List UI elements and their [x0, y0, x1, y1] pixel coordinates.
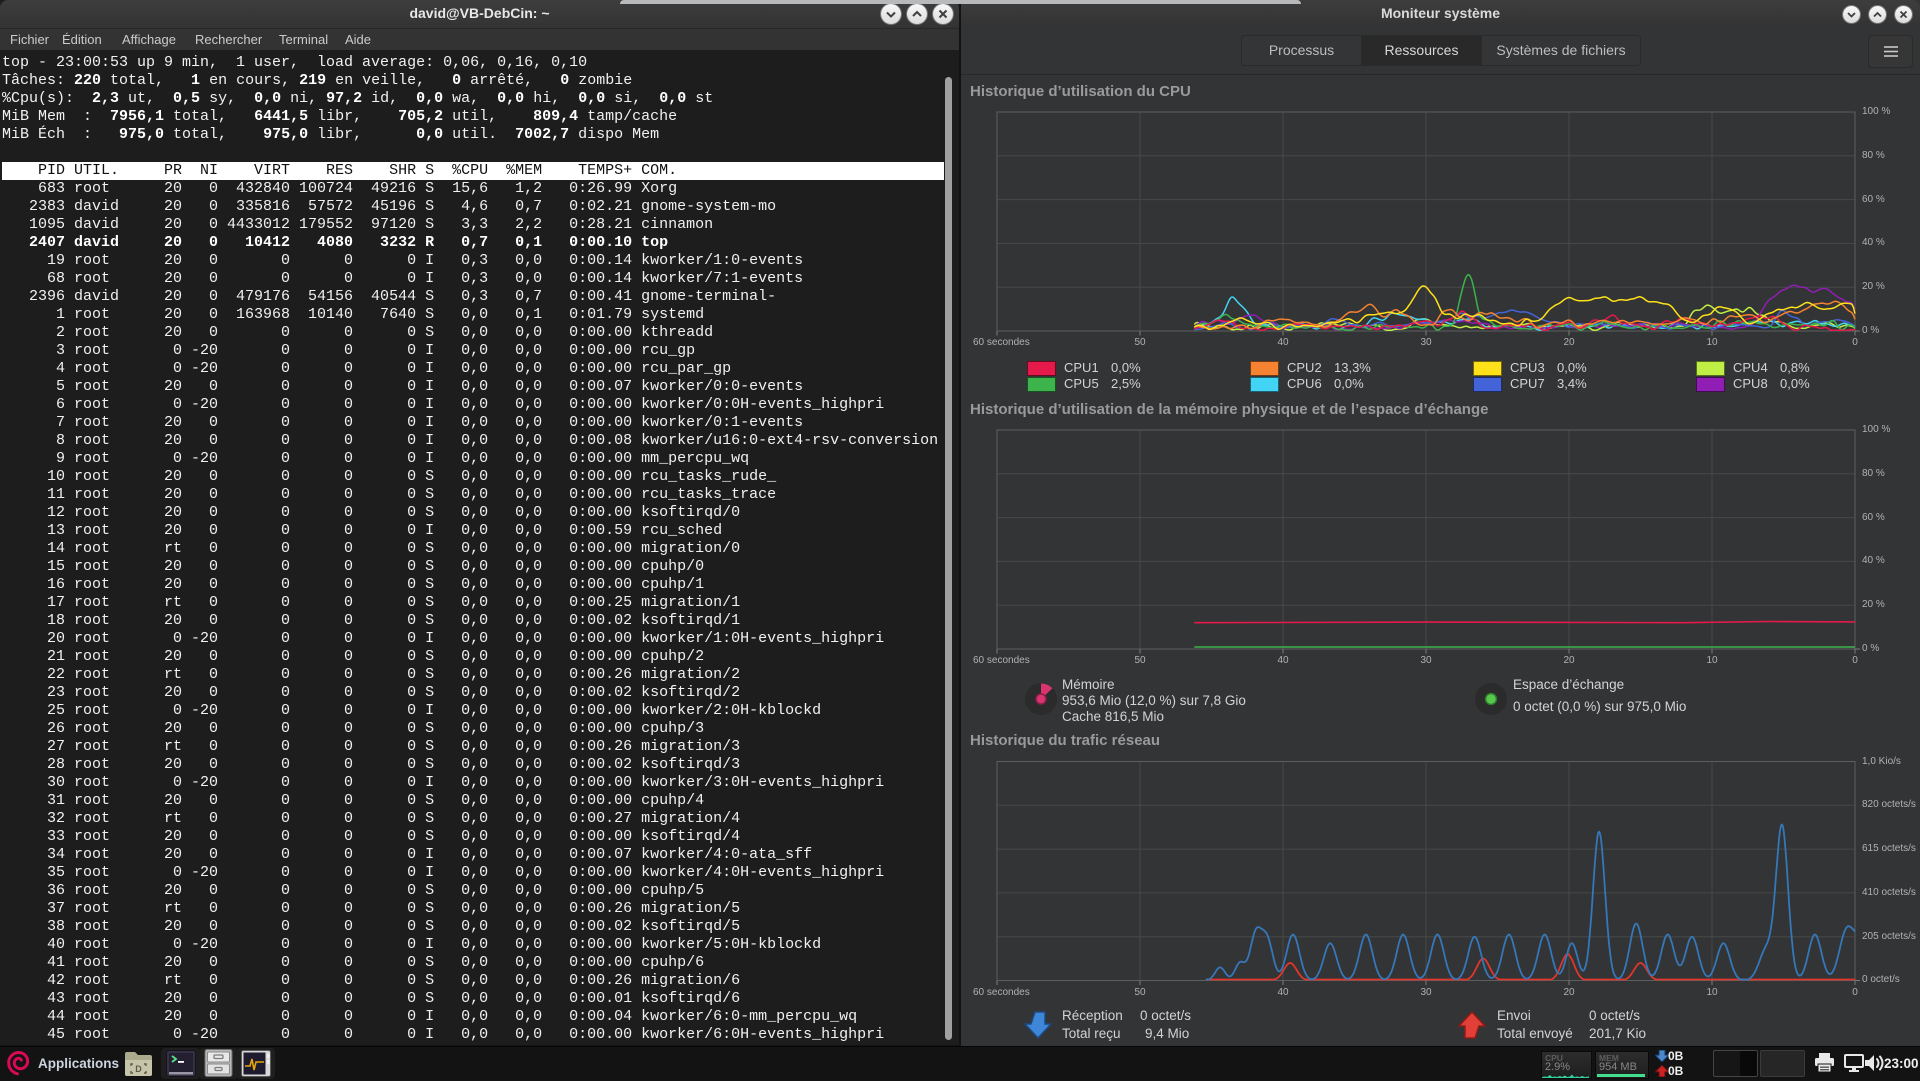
svg-text:D: D	[135, 1064, 142, 1074]
